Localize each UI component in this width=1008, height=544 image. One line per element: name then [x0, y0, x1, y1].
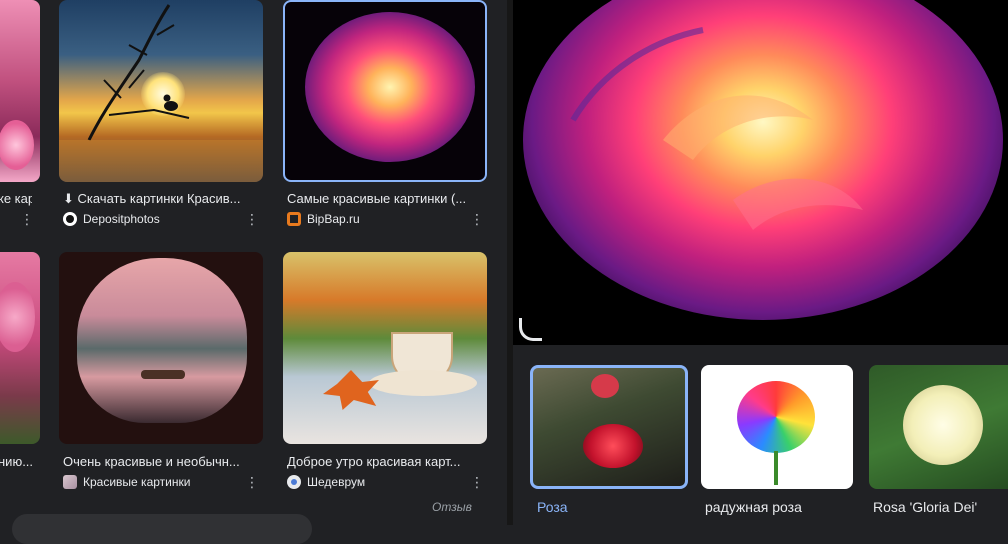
more-options-icon[interactable]: ⋮ [470, 474, 484, 490]
result-thumbnail-autumn-tea[interactable] [283, 252, 487, 444]
result-source-name: Красивые картинки [83, 475, 191, 489]
krasivye-kartinki-favicon-icon [63, 475, 77, 489]
bipbap-favicon-icon [287, 212, 301, 226]
shedevrum-favicon-icon [287, 475, 301, 489]
related-thumbnail-rainbow-rose[interactable] [701, 365, 853, 489]
result-source-name: BipBap.ru [307, 212, 360, 226]
related-thumbnail-rosa[interactable] [530, 365, 688, 489]
result-source-name: Шедеврум [307, 475, 366, 489]
result-caption[interactable]: Доброе утро красивая карт... [287, 454, 479, 469]
feedback-link[interactable]: Отзыв [432, 500, 472, 514]
related-thumbnail-gloria-dei[interactable] [869, 365, 1008, 489]
result-source[interactable]: BipBap.ru [287, 212, 360, 226]
depositphotos-favicon-icon [63, 212, 77, 226]
result-caption[interactable]: ⬇ Скачать картинки Красив... [63, 191, 255, 207]
more-options-icon[interactable]: ⋮ [470, 211, 484, 227]
result-source[interactable]: Красивые картинки [63, 475, 190, 489]
more-options-icon[interactable]: ⋮ [245, 211, 259, 227]
result-source[interactable]: Depositphotos [63, 212, 160, 226]
result-source-name: Depositphotos [83, 212, 160, 226]
result-caption[interactable]: Очень красивые и необычн... [63, 454, 255, 469]
result-caption[interactable]: ке карт [0, 191, 32, 206]
result-thumbnail-heart-lake[interactable] [59, 252, 263, 444]
related-label[interactable]: Роза [537, 499, 568, 515]
more-options-icon[interactable]: ⋮ [20, 211, 34, 227]
preview-image-glowing-rose[interactable] [513, 0, 1008, 345]
result-caption[interactable]: нию... [0, 454, 32, 469]
related-label[interactable]: Rosa 'Gloria Dei' [873, 499, 977, 515]
result-thumbnail-sunset-bird[interactable] [59, 0, 263, 182]
result-thumbnail-pink-tulips[interactable] [0, 0, 40, 182]
more-results-pill[interactable] [12, 514, 312, 544]
related-searches: Роза радужная роза Rosa 'Gloria Dei' [513, 345, 1008, 525]
result-caption[interactable]: Самые красивые картинки (... [287, 191, 479, 206]
related-label[interactable]: радужная роза [705, 499, 802, 515]
more-options-icon[interactable]: ⋮ [245, 474, 259, 490]
result-source[interactable]: Шедеврум [287, 475, 365, 489]
result-thumbnail-pink-tree[interactable] [0, 252, 40, 444]
result-thumbnail-glowing-rose[interactable] [283, 0, 487, 182]
